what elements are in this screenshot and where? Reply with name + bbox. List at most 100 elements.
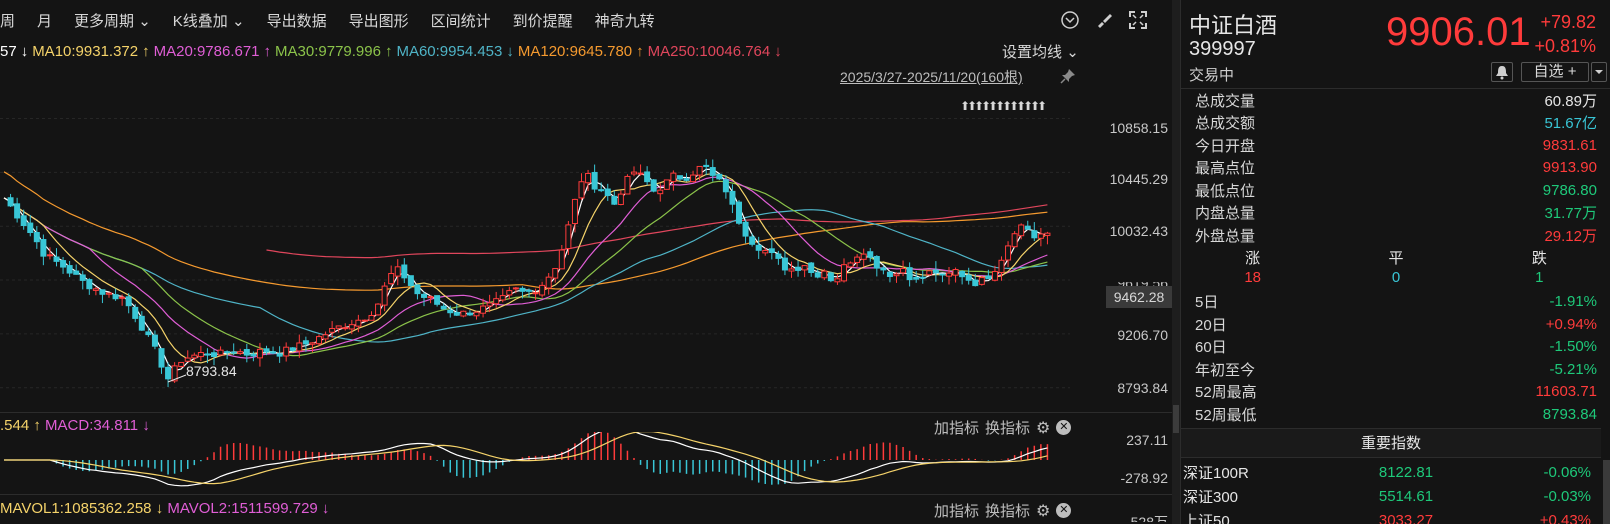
stat-row: 今日开盘 9831.61	[1181, 134, 1610, 157]
down-arrow-icon: ↓	[774, 42, 782, 60]
ma-settings-dropdown[interactable]: 设置均线 ⌄	[1002, 41, 1079, 62]
candle-body	[421, 293, 427, 298]
index-row[interactable]: 深证100R 8122.81 -0.06%	[1181, 460, 1601, 484]
index-row[interactable]: 深证300 5514.61 -0.03%	[1181, 484, 1601, 508]
breadth-count-down: 1	[1535, 268, 1544, 286]
candle-body	[991, 270, 998, 281]
index-change: +0.43%	[1539, 511, 1591, 524]
bell-icon[interactable]	[1491, 62, 1513, 82]
price-change-percent: +0.81%	[1534, 36, 1596, 56]
candle-body	[519, 287, 526, 292]
export-data-button[interactable]: 导出数据	[267, 10, 327, 31]
close-icon[interactable]: ✕	[1056, 503, 1072, 518]
period-row-label: 年初至今	[1195, 361, 1256, 379]
range-label[interactable]: 2025/3/27-2025/11/20(160根)	[840, 67, 1023, 87]
index-row[interactable]: 上证50 3033.27 +0.43%	[1181, 508, 1601, 524]
important-indices-title: 重要指数	[1181, 428, 1601, 458]
candle-body	[867, 251, 874, 258]
candle-body	[73, 270, 80, 275]
candle-body	[755, 244, 762, 251]
pin-icon[interactable]	[1060, 68, 1076, 84]
candle-body	[703, 164, 710, 168]
candle-body	[427, 296, 434, 299]
watchlist-dropdown[interactable]	[1591, 62, 1607, 82]
period-row-label: 20日	[1195, 316, 1227, 334]
candle-body	[617, 193, 624, 205]
macd-chart[interactable]	[0, 432, 1100, 492]
period-row: 60日 -1.50%	[1181, 336, 1610, 359]
candle-body	[552, 268, 559, 279]
stat-row-label: 内盘总量	[1195, 205, 1256, 223]
candle-body	[657, 189, 664, 195]
collapse-icon[interactable]	[1060, 10, 1080, 30]
price-alert-button[interactable]: 到价提醒	[513, 10, 573, 31]
export-image-button[interactable]: 导出图形	[349, 10, 409, 31]
candle-body	[191, 354, 198, 359]
add-to-watchlist-button[interactable]: 自选 +	[1521, 62, 1589, 82]
price-axis-label: 8793.84	[1117, 380, 1168, 396]
candle-body	[480, 305, 487, 314]
chart-scrollbar[interactable]	[1172, 0, 1180, 524]
candle-body	[854, 256, 861, 263]
candle-body	[184, 357, 191, 362]
stat-row-value: 9913.90	[1542, 159, 1597, 177]
scrollbar-thumb[interactable]	[1173, 405, 1179, 433]
kline-overlay-dropdown[interactable]: K线叠加 ⌄	[173, 10, 245, 31]
period-row: 5日 -1.91%	[1181, 291, 1610, 314]
candle-body	[978, 277, 985, 285]
candle-body	[355, 319, 362, 327]
candle-body	[361, 319, 368, 322]
candle-body	[158, 348, 165, 368]
candle-body	[493, 298, 500, 305]
add-indicator-button[interactable]: 加指标	[934, 500, 979, 521]
panel-scrollbar[interactable]	[1603, 460, 1610, 524]
stock-code: 399997	[1189, 38, 1256, 60]
fullscreen-icon[interactable]	[1128, 10, 1148, 30]
switch-indicator-button[interactable]: 换指标	[985, 500, 1030, 521]
candle-body	[1018, 224, 1025, 237]
stat-row-label: 最高点位	[1195, 160, 1256, 178]
candle-body	[348, 324, 355, 330]
brush-icon[interactable]	[1094, 10, 1114, 30]
period-month-tab[interactable]: 月	[37, 10, 52, 31]
candle-body	[92, 288, 99, 291]
down-arrow-icon: ↓	[155, 500, 164, 517]
volume-indicator-controls: 加指标 换指标 ⚙ ✕	[934, 500, 1072, 521]
period-week-tab[interactable]: 周	[0, 10, 15, 31]
chart-area: 周 月 更多周期 ⌄ K线叠加 ⌄ 导出数据 导出图形 区间统计 到价提醒 神奇…	[0, 0, 1172, 524]
range-stats-button[interactable]: 区间统计	[431, 10, 491, 31]
stat-row-value: 51.67亿	[1544, 115, 1597, 133]
chart-toolbar: 周 月 更多周期 ⌄ K线叠加 ⌄ 导出数据 导出图形 区间统计 到价提醒 神奇…	[0, 0, 1172, 40]
candle-body	[1031, 230, 1038, 239]
kline-overlay-label: K线叠加	[172, 12, 228, 30]
gear-icon[interactable]: ⚙	[1036, 501, 1050, 521]
candle-body	[401, 264, 408, 279]
candle-body	[79, 274, 86, 281]
ma30-value: MA30:9779.996	[275, 42, 381, 60]
candle-body	[66, 265, 73, 274]
candle-body	[407, 275, 414, 287]
candle-body	[151, 334, 158, 347]
candle-body	[598, 189, 605, 192]
candle-body	[834, 278, 841, 283]
breadth-label: 跌	[1531, 249, 1547, 267]
candle-body	[1037, 233, 1044, 239]
candle-body	[237, 351, 244, 354]
ma250-value: MA250:10046.764	[647, 42, 771, 60]
candle-body	[414, 284, 421, 295]
ma5-value: 57	[0, 42, 17, 60]
stat-row-label: 总成交量	[1195, 92, 1256, 110]
candle-body	[827, 272, 834, 282]
index-value: 8122.81	[1378, 463, 1434, 481]
candle-body	[204, 353, 211, 356]
candlestick-chart[interactable]: 8793.84⬆⬆⬆⬆⬆⬆⬆⬆⬆⬆⬆⬆	[0, 90, 1100, 410]
period-row-label: 52周最低	[1195, 406, 1257, 424]
candle-body	[631, 171, 637, 175]
candle-body	[788, 268, 795, 272]
candle-body	[526, 289, 532, 292]
candle-body	[211, 352, 217, 357]
magic-nine-button[interactable]: 神奇九转	[595, 10, 655, 31]
candle-body	[624, 175, 631, 195]
breadth-counts: 18 0 1	[1181, 269, 1610, 291]
more-periods-dropdown[interactable]: 更多周期 ⌄	[74, 10, 151, 31]
